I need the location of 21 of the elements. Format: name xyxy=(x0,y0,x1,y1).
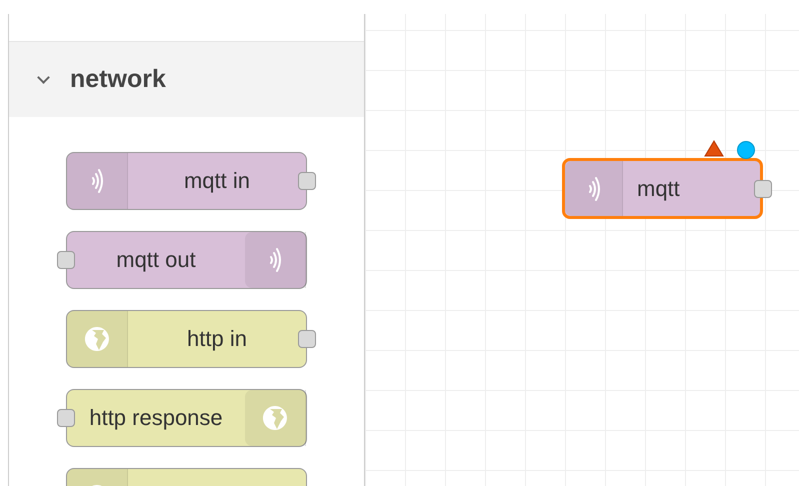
port-handle[interactable] xyxy=(57,251,75,269)
globe-icon xyxy=(262,405,288,431)
radio-waves-icon xyxy=(268,245,282,275)
port-handle[interactable] xyxy=(754,180,772,198)
radio-waves-icon xyxy=(90,166,104,196)
palette-node[interactable]: mqtt out xyxy=(66,231,307,289)
port-handle[interactable] xyxy=(57,409,75,427)
node-label: http in xyxy=(186,326,248,352)
node-label: mqtt xyxy=(637,176,680,202)
node-label: mqtt out xyxy=(115,247,197,273)
palette-node[interactable]: mqtt in xyxy=(66,152,307,210)
flow-node[interactable]: mqtt xyxy=(562,158,763,219)
globe-icon xyxy=(84,326,110,352)
node-label: http response xyxy=(88,405,224,431)
category-label: network xyxy=(70,65,166,94)
palette-node[interactable]: http in xyxy=(66,310,307,368)
node-label: mqtt in xyxy=(182,168,252,194)
port-handle[interactable] xyxy=(298,330,316,348)
port-handle[interactable] xyxy=(298,172,316,190)
category-header[interactable]: network xyxy=(9,41,364,117)
palette-node[interactable]: http response xyxy=(66,389,307,447)
